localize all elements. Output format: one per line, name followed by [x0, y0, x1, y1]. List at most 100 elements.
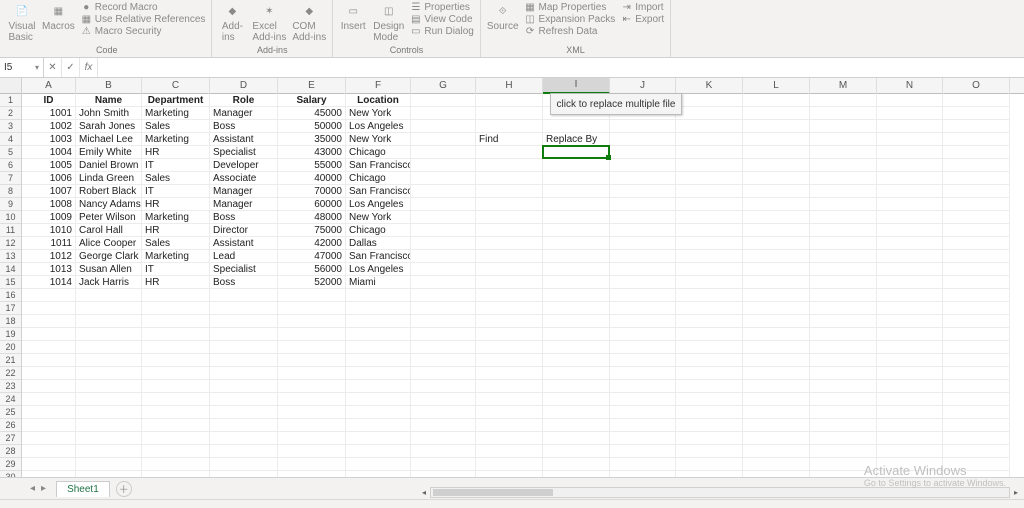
cell[interactable] — [210, 419, 278, 432]
cell[interactable] — [346, 445, 411, 458]
cell[interactable] — [543, 237, 610, 250]
cell[interactable] — [543, 224, 610, 237]
cell[interactable] — [743, 198, 810, 211]
cell[interactable] — [278, 445, 346, 458]
cell[interactable] — [278, 406, 346, 419]
ribbon-line-button[interactable]: ◫Expansion Packs — [525, 14, 616, 26]
cell[interactable] — [543, 211, 610, 224]
cell[interactable] — [877, 406, 943, 419]
cell[interactable]: 75000 — [278, 224, 346, 237]
cell[interactable] — [346, 341, 411, 354]
cell[interactable] — [210, 302, 278, 315]
row-header[interactable]: 17 — [0, 302, 21, 315]
cell[interactable] — [810, 419, 877, 432]
cell[interactable] — [676, 458, 743, 471]
cell[interactable] — [743, 120, 810, 133]
cell[interactable]: 40000 — [278, 172, 346, 185]
cell[interactable] — [810, 328, 877, 341]
cell[interactable] — [543, 328, 610, 341]
cell[interactable] — [877, 445, 943, 458]
cell[interactable] — [877, 328, 943, 341]
cell[interactable] — [610, 393, 676, 406]
cell[interactable] — [610, 419, 676, 432]
ribbon-button[interactable]: ▦Macros — [42, 2, 75, 32]
cell[interactable] — [810, 94, 877, 107]
row-header[interactable]: 1 — [0, 94, 21, 107]
cell[interactable] — [476, 289, 543, 302]
cell[interactable] — [346, 354, 411, 367]
cell[interactable] — [476, 159, 543, 172]
cell[interactable] — [543, 406, 610, 419]
cell[interactable] — [278, 380, 346, 393]
cell[interactable] — [877, 263, 943, 276]
cell[interactable]: Manager — [210, 198, 278, 211]
cell[interactable] — [676, 341, 743, 354]
cell[interactable] — [543, 198, 610, 211]
cell[interactable] — [743, 237, 810, 250]
cell[interactable]: Department — [142, 94, 210, 107]
cell[interactable]: HR — [142, 198, 210, 211]
cell[interactable] — [877, 315, 943, 328]
cell[interactable] — [411, 445, 476, 458]
cell[interactable] — [743, 107, 810, 120]
cell[interactable] — [142, 354, 210, 367]
cell[interactable] — [278, 458, 346, 471]
cell[interactable] — [743, 432, 810, 445]
cell[interactable] — [943, 198, 1010, 211]
cell[interactable] — [743, 172, 810, 185]
cell[interactable] — [877, 185, 943, 198]
row-header[interactable]: 11 — [0, 224, 21, 237]
cell[interactable] — [943, 250, 1010, 263]
ribbon-line-button[interactable]: ⇤Export — [621, 14, 664, 26]
cell[interactable] — [76, 380, 142, 393]
cell[interactable]: Nancy Adams — [76, 198, 142, 211]
cell[interactable]: Assistant — [210, 133, 278, 146]
cell[interactable]: Michael Lee — [76, 133, 142, 146]
ribbon-button[interactable]: ◫DesignMode — [373, 2, 404, 43]
cell[interactable]: IT — [142, 185, 210, 198]
cell[interactable] — [476, 198, 543, 211]
cell[interactable]: Replace By — [543, 133, 610, 146]
cell[interactable] — [411, 289, 476, 302]
ribbon-button[interactable]: 📄VisualBasic — [8, 2, 36, 43]
cell[interactable] — [810, 289, 877, 302]
cell[interactable]: HR — [142, 276, 210, 289]
cell[interactable]: 1008 — [22, 198, 76, 211]
cell[interactable] — [810, 445, 877, 458]
cell[interactable] — [210, 393, 278, 406]
row-header[interactable]: 27 — [0, 432, 21, 445]
cell[interactable] — [76, 354, 142, 367]
row-header[interactable]: 4 — [0, 133, 21, 146]
cell[interactable] — [76, 367, 142, 380]
cell[interactable] — [676, 432, 743, 445]
cell[interactable] — [943, 406, 1010, 419]
cell[interactable] — [142, 315, 210, 328]
cell[interactable]: 1007 — [22, 185, 76, 198]
cell[interactable] — [411, 315, 476, 328]
ribbon-line-button[interactable]: ▭Run Dialog — [410, 26, 473, 38]
ribbon-button[interactable]: ▭Insert — [339, 2, 367, 32]
cell[interactable] — [543, 302, 610, 315]
cell[interactable]: Marketing — [142, 133, 210, 146]
row-header[interactable]: 10 — [0, 211, 21, 224]
cell[interactable] — [142, 445, 210, 458]
cell[interactable] — [676, 263, 743, 276]
fx-button[interactable]: fx — [80, 58, 98, 77]
cell[interactable] — [22, 354, 76, 367]
cell[interactable] — [278, 302, 346, 315]
cell[interactable]: HR — [142, 146, 210, 159]
cell[interactable]: John Smith — [76, 107, 142, 120]
cell[interactable] — [543, 315, 610, 328]
cell[interactable] — [476, 94, 543, 107]
cell[interactable] — [411, 159, 476, 172]
row-header[interactable]: 12 — [0, 237, 21, 250]
grid-body[interactable]: ABCDEFGHIJKLMNO IDNameDepartmentRoleSala… — [22, 78, 1024, 486]
cell[interactable] — [810, 406, 877, 419]
cell[interactable] — [810, 315, 877, 328]
row-header[interactable]: 28 — [0, 445, 21, 458]
ribbon-line-button[interactable]: ⟳Refresh Data — [525, 26, 616, 38]
cell[interactable]: New York — [346, 133, 411, 146]
cell[interactable] — [346, 406, 411, 419]
cell[interactable] — [76, 445, 142, 458]
cell[interactable] — [543, 263, 610, 276]
